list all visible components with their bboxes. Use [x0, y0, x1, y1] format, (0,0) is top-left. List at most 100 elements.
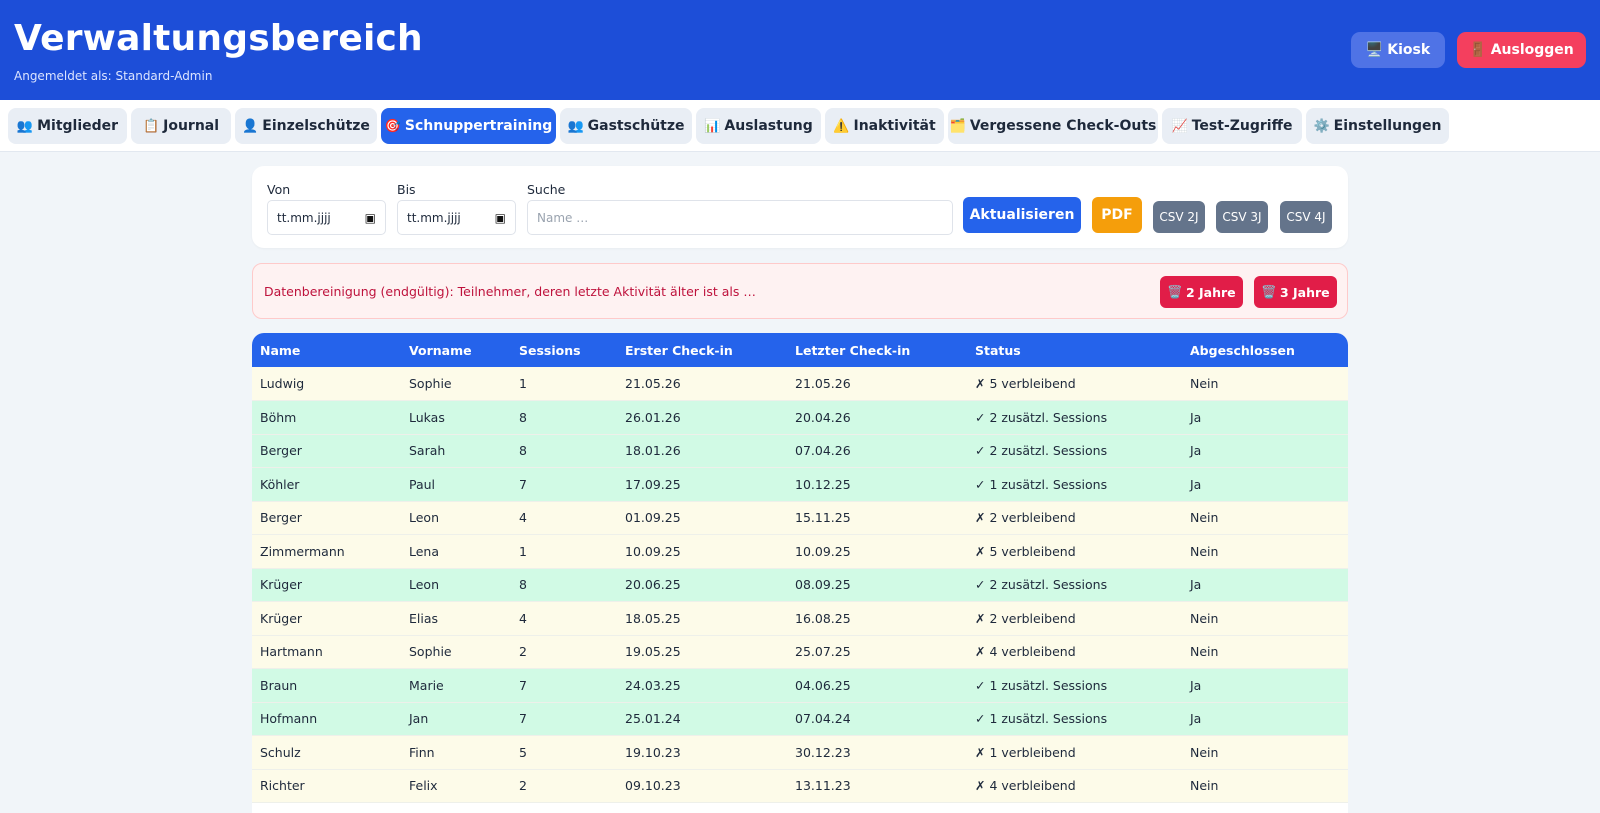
- tab-label: Journal: [163, 118, 220, 134]
- cell-abgeschlossen: Nein: [1190, 610, 1219, 626]
- csv-3j-button[interactable]: CSV 3J: [1216, 201, 1268, 233]
- clipboard-icon: 📋: [142, 118, 160, 134]
- tab-schnuppertraining[interactable]: 🎯 Schnuppertraining: [381, 108, 556, 144]
- page-title: Verwaltungsbereich: [14, 18, 423, 59]
- delete-2-years-label: 2 Jahre: [1185, 284, 1236, 300]
- cell-vorname: Felix: [409, 778, 438, 794]
- cell-sessions: 5: [519, 744, 527, 760]
- search-placeholder: Name …: [537, 210, 589, 225]
- tab-einzelschuetze[interactable]: 👤 Einzelschütze: [235, 108, 377, 144]
- column-header-sessions[interactable]: Sessions: [511, 333, 617, 367]
- table-row[interactable]: Richter Felix 2 09.10.23 13.11.23 ✗ 4 ve…: [252, 769, 1348, 803]
- cell-status: ✗ 2 verbleibend: [975, 510, 1076, 526]
- column-header-erster-check-in[interactable]: Erster Check-in: [617, 333, 787, 367]
- cell-sessions: 7: [519, 476, 527, 492]
- table-row[interactable]: Hofmann Jan 7 25.01.24 07.04.24 ✓ 1 zusä…: [252, 702, 1348, 736]
- tab-einstellungen[interactable]: ⚙️ Einstellungen: [1306, 108, 1449, 144]
- cell-sessions: 8: [519, 443, 527, 459]
- cell-sessions: 7: [519, 711, 527, 727]
- tab-label: Einstellungen: [1333, 118, 1442, 134]
- cell-sessions: 4: [519, 510, 527, 526]
- cell-name: Hofmann: [260, 711, 318, 727]
- cell-status: ✗ 4 verbleibend: [975, 778, 1076, 794]
- cell-sessions: 8: [519, 409, 527, 425]
- table-row[interactable]: Böhm Lukas 8 26.01.26 20.04.26 ✓ 2 zusät…: [252, 400, 1348, 434]
- tab-bar: 👥 Mitglieder 📋 Journal 👤 Einzelschütze 🎯…: [0, 100, 1600, 152]
- cell-abgeschlossen: Ja: [1190, 476, 1202, 492]
- table-row[interactable]: Braun Marie 7 24.03.25 04.06.25 ✓ 1 zusä…: [252, 668, 1348, 702]
- cell-letzter-check-in: 25.07.25: [795, 644, 851, 660]
- tab-journal[interactable]: 📋 Journal: [131, 108, 231, 144]
- table-row[interactable]: Zimmermann Lena 1 10.09.25 10.09.25 ✗ 5 …: [252, 534, 1348, 568]
- users-icon: 👥: [16, 118, 34, 134]
- cell-erster-check-in: 21.05.26: [625, 376, 681, 391]
- cell-abgeschlossen: Nein: [1190, 778, 1219, 794]
- tab-auslastung[interactable]: 📊 Auslastung: [696, 108, 821, 144]
- kiosk-button[interactable]: 🖥️ Kiosk: [1351, 32, 1445, 68]
- logout-button[interactable]: 🚪 Ausloggen: [1457, 32, 1586, 68]
- cell-status: ✗ 2 verbleibend: [975, 610, 1076, 626]
- table-row[interactable]: Schulz Finn 5 19.10.23 30.12.23 ✗ 1 verb…: [252, 735, 1348, 769]
- tab-gastschuetze[interactable]: 👥 Gastschütze: [560, 108, 692, 144]
- from-label: Von: [267, 182, 291, 197]
- delete-3-years-button[interactable]: 🗑️ 3 Jahre: [1254, 276, 1337, 308]
- column-header-vorname[interactable]: Vorname: [401, 333, 511, 367]
- cell-abgeschlossen: Nein: [1190, 543, 1219, 559]
- tab-label: Schnuppertraining: [404, 118, 553, 134]
- cleanup-description: Datenbereinigung (endgültig): Teilnehmer…: [264, 284, 756, 299]
- tab-mitglieder[interactable]: 👥 Mitglieder: [8, 108, 127, 144]
- column-header-name[interactable]: Name: [252, 333, 401, 367]
- cell-sessions: 2: [519, 778, 527, 794]
- cell-status: ✗ 5 verbleibend: [975, 543, 1076, 559]
- cell-vorname: Lena: [409, 543, 440, 559]
- from-date-input[interactable]: tt.mm.jjjj ▣: [267, 200, 386, 235]
- table-row[interactable]: Hartmann Sophie 2 19.05.25 25.07.25 ✗ 4 …: [252, 635, 1348, 669]
- kiosk-label: Kiosk: [1387, 42, 1431, 58]
- calendar-icon[interactable]: ▣: [365, 211, 376, 225]
- target-icon: 🎯: [384, 118, 401, 134]
- cell-sessions: 2: [519, 644, 527, 660]
- cell-letzter-check-in: 20.04.26: [795, 409, 851, 425]
- cell-vorname: Finn: [409, 744, 435, 760]
- card-index-icon: 🗂️: [949, 118, 966, 134]
- cell-name: Berger: [260, 443, 302, 459]
- tab-label: Mitglieder: [37, 118, 119, 134]
- search-label: Suche: [527, 182, 566, 197]
- gear-icon: ⚙️: [1313, 118, 1330, 134]
- cell-vorname: Paul: [409, 476, 436, 492]
- monitor-icon: 🖥️: [1365, 42, 1384, 58]
- refresh-button[interactable]: Aktualisieren: [963, 197, 1081, 233]
- cell-vorname: Lukas: [409, 409, 445, 425]
- pdf-export-button[interactable]: PDF: [1092, 197, 1142, 233]
- csv-4j-button[interactable]: CSV 4J: [1280, 201, 1332, 233]
- cell-erster-check-in: 24.03.25: [625, 677, 681, 693]
- cell-abgeschlossen: Nein: [1190, 744, 1219, 760]
- cell-abgeschlossen: Nein: [1190, 376, 1219, 391]
- table-row[interactable]: Berger Sarah 8 18.01.26 07.04.26 ✓ 2 zus…: [252, 434, 1348, 468]
- column-header-abgeschlossen[interactable]: Abgeschlossen: [1182, 333, 1348, 367]
- table-row[interactable]: Ludwig Sophie 1 21.05.26 21.05.26 ✗ 5 ve…: [252, 367, 1348, 401]
- csv-2j-button[interactable]: CSV 2J: [1153, 201, 1205, 233]
- table-row[interactable]: Berger Leon 4 01.09.25 15.11.25 ✗ 2 verb…: [252, 501, 1348, 535]
- column-header-letzter-check-in[interactable]: Letzter Check-in: [787, 333, 967, 367]
- tab-label: Gastschütze: [587, 118, 685, 134]
- tab-inaktivitaet[interactable]: ⚠️ Inaktivität: [825, 108, 944, 144]
- table-row[interactable]: Krüger Leon 8 20.06.25 08.09.25 ✓ 2 zusä…: [252, 568, 1348, 602]
- cell-abgeschlossen: Ja: [1190, 711, 1202, 727]
- to-date-input[interactable]: tt.mm.jjjj ▣: [397, 200, 516, 235]
- column-header-status[interactable]: Status: [967, 333, 1182, 367]
- search-input[interactable]: Name …: [527, 200, 953, 235]
- tab-label: Inaktivität: [853, 118, 936, 134]
- cell-abgeschlossen: Ja: [1190, 577, 1202, 593]
- delete-2-years-button[interactable]: 🗑️ 2 Jahre: [1160, 276, 1243, 308]
- door-icon: 🚪: [1469, 42, 1487, 58]
- user-icon: 👤: [242, 118, 259, 134]
- tab-test-zugriffe[interactable]: 📈 Test-Zugriffe: [1162, 108, 1302, 144]
- cell-letzter-check-in: 08.09.25: [795, 577, 851, 593]
- cell-letzter-check-in: 10.09.25: [795, 543, 851, 559]
- tab-vergessene-check-outs[interactable]: 🗂️ Vergessene Check-Outs: [948, 108, 1158, 144]
- cell-status: ✓ 2 zusätzl. Sessions: [975, 409, 1108, 425]
- table-row[interactable]: Köhler Paul 7 17.09.25 10.12.25 ✓ 1 zusä…: [252, 467, 1348, 501]
- calendar-icon[interactable]: ▣: [495, 211, 506, 225]
- table-row[interactable]: Krüger Elias 4 18.05.25 16.08.25 ✗ 2 ver…: [252, 601, 1348, 635]
